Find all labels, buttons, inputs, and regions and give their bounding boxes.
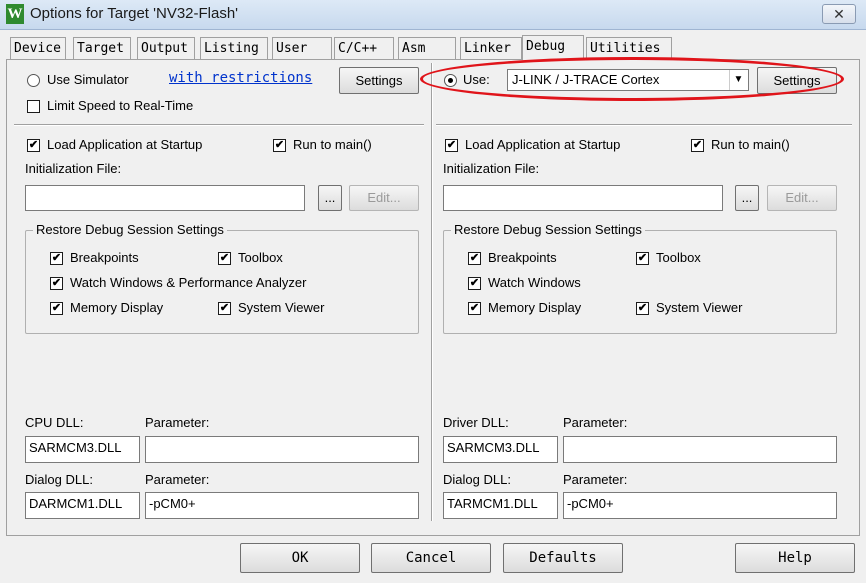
driver-dll-label: Driver DLL: [443,415,509,430]
right-breakpoints-checkbox[interactable]: ✔ [468,252,481,265]
tab-listing[interactable]: Listing [200,37,268,59]
cpu-dll-label: CPU DLL: [25,415,84,430]
left-watch-label: Watch Windows & Performance Analyzer [70,275,307,290]
right-system-viewer-checkbox[interactable]: ✔ [636,302,649,315]
left-system-viewer-checkbox[interactable]: ✔ [218,302,231,315]
vertical-separator [431,63,433,521]
left-breakpoints-label: Breakpoints [70,250,139,265]
right-breakpoints-label: Breakpoints [488,250,557,265]
cpu-param-input[interactable] [145,436,419,463]
simulator-settings-button[interactable]: Settings [339,67,419,94]
close-button[interactable]: ✕ [822,4,856,24]
left-dialog-dll-label: Dialog DLL: [25,472,93,487]
right-run-to-main-label: Run to main() [711,137,790,152]
right-watch-checkbox[interactable]: ✔ [468,277,481,290]
use-label: Use: [463,72,490,87]
with-restrictions-link[interactable]: with restrictions [169,70,312,86]
tab-linker[interactable]: Linker [460,37,522,59]
right-dialog-param-input[interactable]: -pCM0+ [563,492,837,519]
right-dialog-param-label: Parameter: [563,472,628,487]
defaults-button[interactable]: Defaults [503,543,623,573]
left-watch-checkbox[interactable]: ✔ [50,277,63,290]
left-dialog-param-label: Parameter: [145,472,210,487]
help-button[interactable]: Help [735,543,855,573]
left-load-app-label: Load Application at Startup [47,137,203,152]
chevron-down-icon[interactable]: ▼ [729,70,747,90]
left-init-file-label: Initialization File: [25,161,122,176]
right-restore-group-label: Restore Debug Session Settings [451,222,645,237]
debugger-select-value: J-LINK / J-TRACE Cortex [512,72,660,87]
right-system-viewer-label: System Viewer [656,300,743,315]
right-dialog-dll-input[interactable]: TARMCM1.DLL [443,492,558,519]
driver-dll-input[interactable]: SARMCM3.DLL [443,436,558,463]
right-watch-label: Watch Windows [488,275,581,290]
right-edit-button[interactable]: Edit... [767,185,837,211]
left-browse-button[interactable]: ... [318,185,342,211]
right-toolbox-checkbox[interactable]: ✔ [636,252,649,265]
debugger-select[interactable]: J-LINK / J-TRACE Cortex [507,69,749,91]
left-toolbox-checkbox[interactable]: ✔ [218,252,231,265]
left-run-to-main-checkbox[interactable]: ✔ [273,139,286,152]
left-load-app-checkbox[interactable]: ✔ [27,139,40,152]
cancel-button[interactable]: Cancel [371,543,491,573]
driver-param-input[interactable] [563,436,837,463]
right-memory-label: Memory Display [488,300,582,315]
tab-debug[interactable]: Debug [522,35,584,60]
driver-param-label: Parameter: [563,415,628,430]
tab-target[interactable]: Target [73,37,131,59]
tab-c-cpp[interactable]: C/C++ [334,37,394,59]
right-load-app-label: Load Application at Startup [465,137,621,152]
right-toolbox-label: Toolbox [656,250,701,265]
use-simulator-label: Use Simulator [47,72,129,87]
left-run-to-main-label: Run to main() [293,137,372,152]
window-title: Options for Target 'NV32-Flash' [30,5,239,22]
right-init-file-input[interactable] [443,185,723,211]
left-memory-checkbox[interactable]: ✔ [50,302,63,315]
ok-button[interactable]: OK [240,543,360,573]
left-memory-label: Memory Display [70,300,164,315]
use-simulator-radio[interactable] [27,74,40,87]
separator-right [436,124,852,126]
right-init-file-label: Initialization File: [443,161,540,176]
right-browse-button[interactable]: ... [735,185,759,211]
left-dialog-dll-input[interactable]: DARMCM1.DLL [25,492,140,519]
tab-user[interactable]: User [272,37,332,59]
tab-asm[interactable]: Asm [398,37,456,59]
tab-utilities[interactable]: Utilities [586,37,672,59]
right-memory-checkbox[interactable]: ✔ [468,302,481,315]
right-load-app-checkbox[interactable]: ✔ [445,139,458,152]
cpu-param-label: Parameter: [145,415,210,430]
tab-device[interactable]: Device [10,37,66,59]
debugger-settings-button[interactable]: Settings [757,67,837,94]
limit-speed-label: Limit Speed to Real-Time [47,98,194,113]
right-run-to-main-checkbox[interactable]: ✔ [691,139,704,152]
left-restore-group-label: Restore Debug Session Settings [33,222,227,237]
limit-speed-checkbox[interactable] [27,100,40,113]
left-edit-button[interactable]: Edit... [349,185,419,211]
left-toolbox-label: Toolbox [238,250,283,265]
left-system-viewer-label: System Viewer [238,300,325,315]
right-dialog-dll-label: Dialog DLL: [443,472,511,487]
left-init-file-input[interactable] [25,185,305,211]
tab-output[interactable]: Output [137,37,195,59]
app-icon: W [6,4,24,24]
left-dialog-param-input[interactable]: -pCM0+ [145,492,419,519]
cpu-dll-input[interactable]: SARMCM3.DLL [25,436,140,463]
left-breakpoints-checkbox[interactable]: ✔ [50,252,63,265]
use-debugger-radio[interactable] [444,74,457,87]
separator-left [14,124,424,126]
